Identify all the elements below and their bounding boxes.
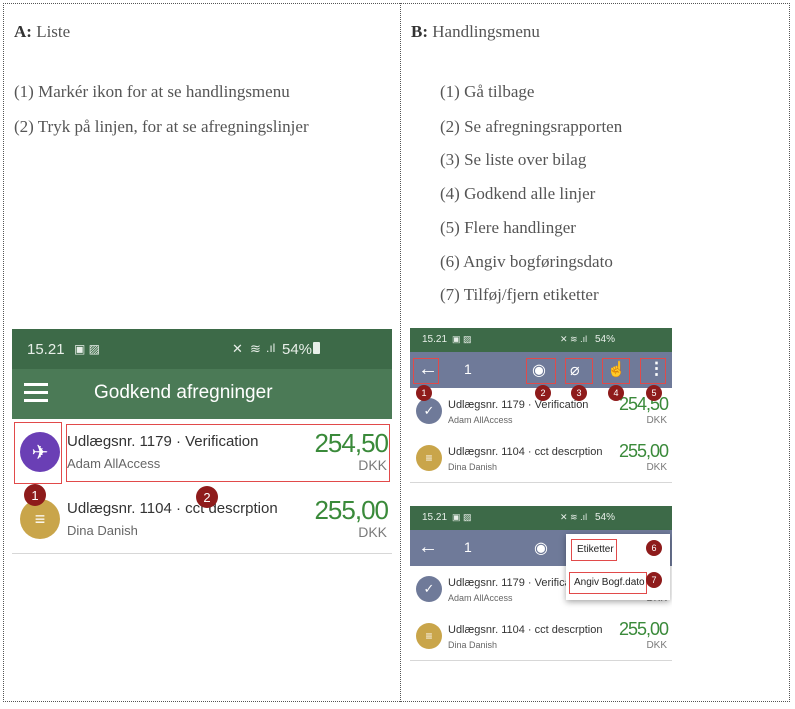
callout-marker-7: 7 bbox=[646, 572, 662, 588]
check-icon[interactable]: ✓ bbox=[416, 576, 442, 602]
phone-b1-screenshot: 15.21 ▣ ▨ ✕ ≋ .ıl 54% ← 1 ◉ ⌀ ☝ ⋮ ✓ Udlæ… bbox=[410, 328, 672, 493]
row-title: Udlægsnr. 1179 · Verificati bbox=[448, 577, 577, 589]
list-item[interactable]: ≡ Udlægsnr. 1104 · cct descrption Dina D… bbox=[410, 435, 672, 483]
row-person: Dina Danish bbox=[448, 462, 498, 472]
highlight-back bbox=[413, 358, 439, 384]
callout-marker-2: 2 bbox=[535, 385, 551, 401]
col-b-step-6: (6) Angiv bogføringsdato bbox=[440, 252, 613, 271]
callout-marker-6: 6 bbox=[646, 540, 662, 556]
row-person: Dina Danish bbox=[448, 640, 498, 650]
coins-icon[interactable]: ≡ bbox=[20, 499, 60, 539]
status-time: 15.21 bbox=[422, 334, 448, 345]
col-b-step-5: (5) Flere handlinger bbox=[440, 218, 576, 237]
col-b-step-3: (3) Se liste over bilag bbox=[440, 150, 587, 169]
battery-percent: 54% bbox=[282, 341, 313, 358]
col-b-step-4: (4) Godkend alle linjer bbox=[440, 184, 596, 203]
row-currency: DKK bbox=[646, 640, 667, 651]
row-amount: 255,00 bbox=[314, 495, 389, 525]
col-a-heading-text: Liste bbox=[36, 22, 71, 41]
col-a-heading: A: Liste bbox=[14, 22, 70, 42]
coins-icon[interactable]: ≡ bbox=[416, 445, 442, 471]
callout-marker-1: 1 bbox=[24, 484, 46, 506]
callout-marker-5: 5 bbox=[646, 385, 662, 401]
row-title: Udlægsnr. 1179 · Verification bbox=[448, 399, 589, 411]
column-divider bbox=[400, 3, 401, 702]
callout-marker-2: 2 bbox=[196, 486, 218, 508]
callout-marker-1: 1 bbox=[416, 385, 432, 401]
coins-icon[interactable]: ≡ bbox=[416, 623, 442, 649]
highlight-paperclip bbox=[565, 358, 593, 384]
notification-icons: ▣ ▨ bbox=[74, 342, 101, 356]
phone-b2-screenshot: 15.21 ▣ ▨ ✕ ≋ .ıl 54% ← 1 ◉ ✓ Udlægsnr. … bbox=[410, 506, 672, 664]
list-item[interactable]: ≡ Udlægsnr. 1104 · cct descrption Dina D… bbox=[410, 613, 672, 661]
wifi-icon: ≋ bbox=[250, 341, 261, 356]
mute-icon: ✕ bbox=[232, 341, 243, 356]
row-amount: 255,00 bbox=[618, 619, 669, 639]
menu-item-angiv-bogf-dato[interactable]: Angiv Bogf.dato bbox=[574, 577, 645, 588]
status-bar: 15.21 ▣ ▨ ✕ ≋ .ıl 54% bbox=[12, 329, 392, 369]
highlight-icon-area bbox=[14, 422, 62, 484]
callout-marker-4: 4 bbox=[608, 385, 624, 401]
battery-percent: 54% bbox=[595, 512, 616, 523]
signal-icon: .ıl bbox=[266, 341, 276, 355]
col-b-step-2: (2) Se afregningsrapporten bbox=[440, 117, 623, 136]
highlight-eye bbox=[526, 358, 556, 384]
highlight-row-area bbox=[66, 424, 390, 482]
battery-icon bbox=[313, 342, 320, 354]
app-bar: Godkend afregninger bbox=[12, 369, 392, 419]
selected-count: 1 bbox=[464, 539, 472, 555]
notification-icons: ▣ ▨ bbox=[452, 334, 472, 344]
notification-icons: ▣ ▨ bbox=[452, 512, 472, 522]
col-b-heading-text: Handlingsmenu bbox=[432, 22, 540, 41]
battery-percent: 54% bbox=[595, 334, 616, 345]
row-currency: DKK bbox=[646, 415, 667, 426]
col-b-heading: B: Handlingsmenu bbox=[411, 22, 540, 42]
row-person: Dina Danish bbox=[67, 523, 138, 538]
app-title: Godkend afregninger bbox=[94, 382, 273, 403]
status-time: 15.21 bbox=[27, 341, 65, 358]
row-title: Udlægsnr. 1104 · cct descrption bbox=[67, 500, 278, 517]
wifi-icon: ✕ ≋ .ıl bbox=[560, 512, 588, 522]
highlight-approve bbox=[602, 358, 630, 384]
row-title: Udlægsnr. 1104 · cct descrption bbox=[448, 624, 603, 636]
highlight-more bbox=[640, 358, 666, 384]
row-currency: DKK bbox=[646, 462, 667, 473]
row-person: Adam AllAccess bbox=[448, 415, 513, 425]
col-b-step-7: (7) Tilføj/fjern etiketter bbox=[440, 285, 599, 304]
callout-marker-3: 3 bbox=[571, 385, 587, 401]
row-amount: 255,00 bbox=[618, 441, 669, 461]
back-arrow-icon[interactable]: ← bbox=[418, 536, 438, 559]
row-currency: DKK bbox=[358, 524, 387, 540]
hamburger-icon[interactable] bbox=[24, 383, 48, 403]
col-a-step-2: (2) Tryk på linjen, for at se afregnings… bbox=[14, 117, 309, 136]
selected-count: 1 bbox=[464, 361, 472, 377]
phone-a-screenshot: 15.21 ▣ ▨ ✕ ≋ .ıl 54% Godkend afregninge… bbox=[12, 329, 392, 555]
col-b-heading-letter: B: bbox=[411, 22, 428, 41]
wifi-icon: ✕ ≋ .ıl bbox=[560, 334, 588, 344]
status-time: 15.21 bbox=[422, 512, 448, 523]
col-b-step-1: (1) Gå tilbage bbox=[440, 82, 535, 101]
row-title: Udlægsnr. 1104 · cct descrption bbox=[448, 446, 603, 458]
col-a-step-1: (1) Markér ikon for at se handlingsmenu bbox=[14, 82, 290, 101]
row-person: Adam AllAccess bbox=[448, 593, 513, 603]
col-a-heading-letter: A: bbox=[14, 22, 32, 41]
status-bar: 15.21 ▣ ▨ ✕ ≋ .ıl 54% bbox=[410, 328, 672, 352]
eye-icon[interactable]: ◉ bbox=[534, 538, 548, 558]
status-bar: 15.21 ▣ ▨ ✕ ≋ .ıl 54% bbox=[410, 506, 672, 530]
check-icon[interactable]: ✓ bbox=[416, 398, 442, 424]
menu-item-etiketter[interactable]: Etiketter bbox=[577, 544, 614, 555]
